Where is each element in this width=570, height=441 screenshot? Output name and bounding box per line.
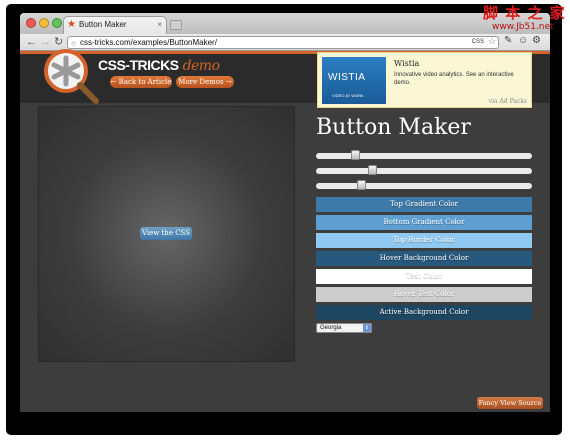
ad-brand-sub: VIDEO AT WORK [332,93,364,98]
hover-text-color-picker[interactable]: Hover Text Color [316,287,532,302]
zoom-window-button[interactable] [52,18,62,28]
slider-1-handle[interactable] [351,150,360,160]
select-arrows-icon: ⇕ [363,324,371,332]
font-select-value: Georgia [320,325,342,331]
view-css-button[interactable]: View the CSS [140,227,192,240]
ad-brand-text: WISTIA [328,72,366,83]
hover-background-color-picker[interactable]: Hover Background Color [316,251,532,266]
bottom-gradient-color-picker[interactable]: Bottom Gradient Color [316,215,532,230]
favicon-icon: ★ [67,19,76,30]
advertisement[interactable]: WISTIA VIDEO AT WORK Wistia Innovative v… [317,52,532,108]
ad-image[interactable]: WISTIA VIDEO AT WORK [322,57,386,104]
fancy-view-source-button[interactable]: Fancy View Source [477,397,543,409]
slider-3[interactable] [316,180,532,190]
bookmark-star-icon[interactable]: ☆ [488,36,496,47]
magnifier-logo-icon [44,49,99,104]
wrench-icon[interactable]: ✎ [504,35,512,46]
ad-via-link[interactable]: via Ad Packs [489,98,527,105]
text-color-picker[interactable]: Text Color [316,269,532,284]
site-logo[interactable]: CSS-TRICKS demo [98,57,220,74]
font-select[interactable]: Georgia ⇕ [316,323,372,333]
back-arrow-icon[interactable]: ← [26,35,37,49]
new-tab-button[interactable] [170,20,182,30]
logo-suffix: demo [182,58,220,74]
minimize-window-button[interactable] [39,18,49,28]
top-gradient-color-picker[interactable]: Top Gradient Color [316,197,532,212]
browser-window: ★ Button Maker × ← → ↻ ○ css-tricks.com/… [20,13,550,412]
extension-icon[interactable]: ☺ [518,35,528,46]
page-title: Button Maker [316,115,471,140]
tab-title: Button Maker [79,20,127,29]
close-window-button[interactable] [26,18,36,28]
slider-2-handle[interactable] [368,165,377,175]
close-tab-icon[interactable]: × [157,17,162,33]
back-to-article-button[interactable]: ← Back to Article [110,76,172,88]
active-background-color-picker[interactable]: Active Background Color [316,305,532,320]
css-extension-icon[interactable]: CSS [472,37,484,48]
ad-text: Innovative video analytics. See an inter… [394,72,514,86]
slider-2[interactable] [316,165,532,175]
more-demos-button[interactable]: More Demos → [176,76,234,88]
top-border-color-picker[interactable]: Top Border Color [316,233,532,248]
slider-1[interactable] [316,150,532,160]
watermark-title: 脚 本 之 家 [483,4,566,22]
browser-tab[interactable]: ★ Button Maker × [63,16,167,34]
slider-3-handle[interactable] [357,180,366,190]
title-bar: ★ Button Maker × [20,13,550,34]
address-bar[interactable]: ○ css-tricks.com/examples/ButtonMaker/ C… [67,36,499,49]
screenshot-frame: ★ Button Maker × ← → ↻ ○ css-tricks.com/… [0,0,570,441]
watermark-url: www.Jb51.net [492,22,554,32]
ad-title[interactable]: Wistia [394,59,419,68]
logo-text: CSS-TRICKS [98,57,179,73]
settings-icon[interactable]: ⚙ [532,35,541,46]
